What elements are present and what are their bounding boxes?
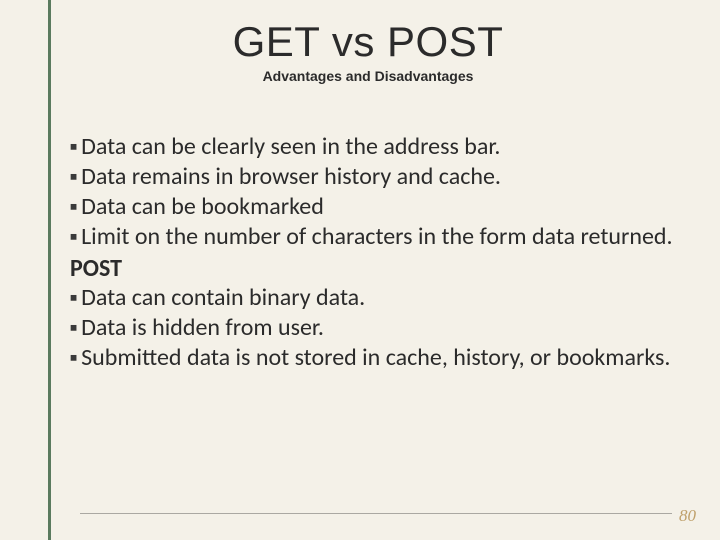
square-bullet-icon: ▪ [70, 313, 77, 343]
slide-subtitle: Advantages and Disadvantages [56, 68, 680, 84]
list-item-text: Data can contain binary data. [81, 283, 680, 312]
section-heading: POST [70, 254, 680, 283]
square-bullet-icon: ▪ [70, 162, 77, 192]
list-item: ▪ Data can be clearly seen in the addres… [70, 132, 680, 162]
list-item: ▪ Data can contain binary data. [70, 283, 680, 313]
square-bullet-icon: ▪ [70, 132, 77, 162]
page-number: 80 [679, 506, 696, 526]
slide-title: GET vs POST [56, 18, 680, 66]
list-item-text: Submitted data is not stored in cache, h… [81, 343, 680, 372]
footer-divider [80, 513, 672, 514]
slide: GET vs POST Advantages and Disadvantages… [0, 0, 720, 540]
square-bullet-icon: ▪ [70, 283, 77, 313]
list-item-text: Data can be bookmarked [81, 192, 680, 221]
square-bullet-icon: ▪ [70, 222, 77, 252]
square-bullet-icon: ▪ [70, 192, 77, 222]
list-item: ▪ Data remains in browser history and ca… [70, 162, 680, 192]
list-item-text: Data can be clearly seen in the address … [81, 132, 680, 161]
list-item-text: Data remains in browser history and cach… [81, 162, 680, 191]
list-item: ▪ Submitted data is not stored in cache,… [70, 343, 680, 373]
square-bullet-icon: ▪ [70, 343, 77, 373]
slide-body: ▪ Data can be clearly seen in the addres… [70, 132, 680, 373]
list-item-text: Limit on the number of characters in the… [81, 222, 680, 251]
list-item: ▪ Limit on the number of characters in t… [70, 222, 680, 252]
list-item: ▪ Data is hidden from user. [70, 313, 680, 343]
vertical-accent-line [48, 0, 51, 540]
list-item-text: Data is hidden from user. [81, 313, 680, 342]
list-item: ▪ Data can be bookmarked [70, 192, 680, 222]
